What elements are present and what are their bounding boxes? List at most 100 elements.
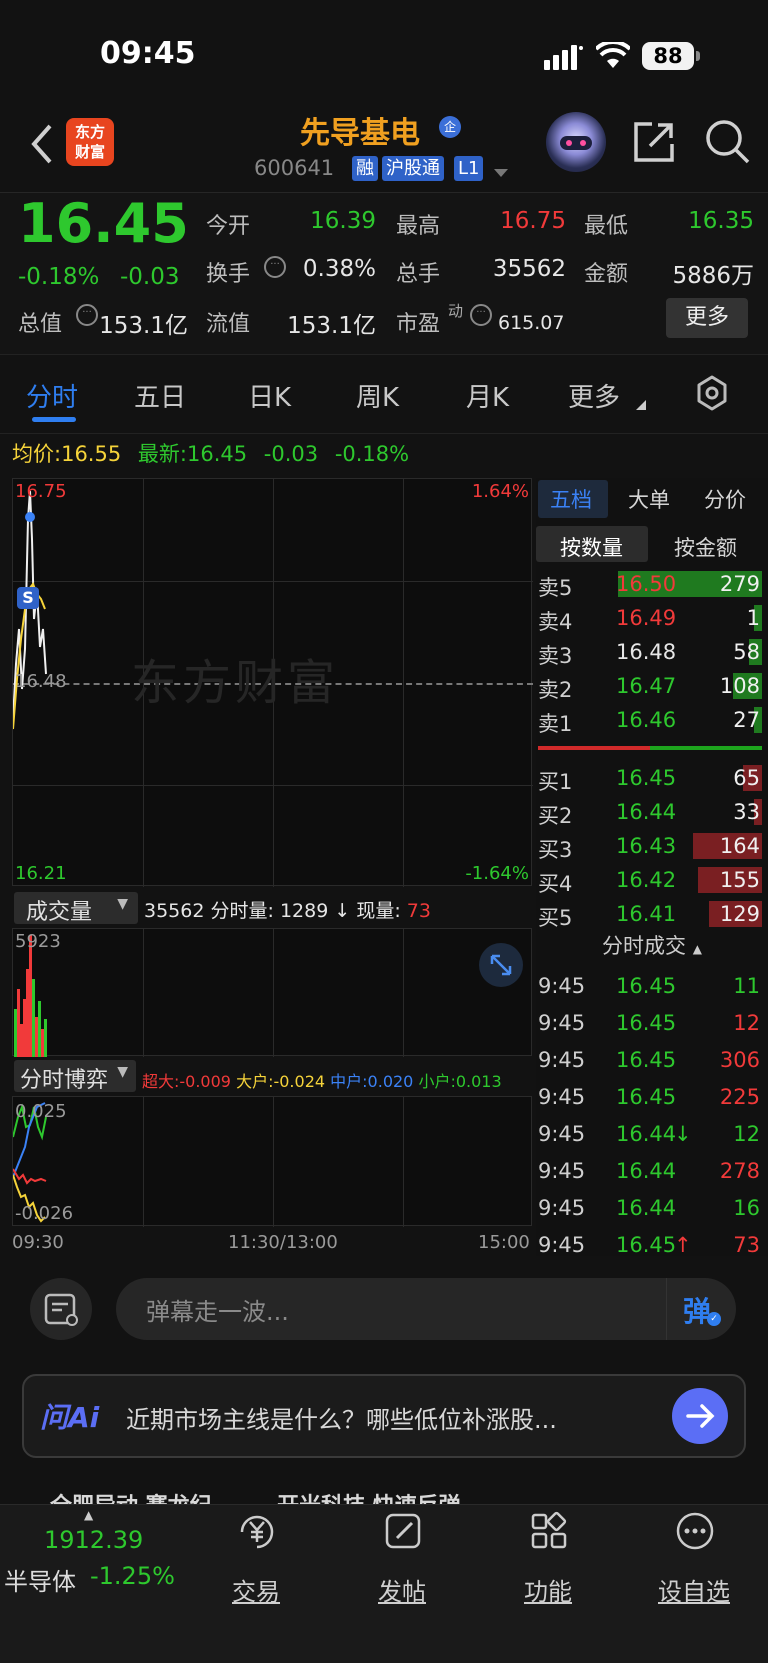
bid-row[interactable]: 买3 16.43 164 xyxy=(536,830,768,864)
info-icon[interactable]: ··· xyxy=(264,256,286,278)
bid-row[interactable]: 买1 16.45 65 xyxy=(536,762,768,796)
tick-price: 16.44 xyxy=(616,1196,677,1220)
bid-price: 16.41 xyxy=(616,902,677,926)
info-icon[interactable]: ··· xyxy=(76,304,98,326)
low-value: 16.35 xyxy=(688,208,754,234)
pe-value: 615.07 xyxy=(498,312,565,334)
share-icon[interactable] xyxy=(632,120,676,164)
vol-bar xyxy=(32,979,35,1057)
volume-bars xyxy=(14,935,47,1057)
ob-sub-qty[interactable]: 按数量 xyxy=(560,532,623,562)
tab-more[interactable]: 更多 xyxy=(568,377,620,414)
ask-price: 16.47 xyxy=(616,674,677,698)
ob-tab-bigorder[interactable]: 大单 xyxy=(628,484,670,514)
index-widget[interactable]: ▲ 1912.39 半导体 -1.25% xyxy=(0,1508,180,1598)
vol-bar xyxy=(20,1024,23,1057)
vol-bar xyxy=(17,989,20,1057)
vol-bar xyxy=(14,1009,17,1057)
app-logo: 东方 财富 xyxy=(66,118,114,166)
expand-icon[interactable] xyxy=(479,943,523,987)
ask-row[interactable]: 卖1 16.46 27 xyxy=(536,704,768,738)
tick-time: 9:45 xyxy=(538,1196,586,1220)
caret-down-icon: ▼ xyxy=(117,896,128,912)
stock-name: 先导基电 xyxy=(300,116,420,151)
low-label: 最低 xyxy=(584,214,629,239)
vol-bar xyxy=(23,999,26,1057)
tick-price: 16.45 xyxy=(616,974,677,998)
latest-value: 16.45 xyxy=(186,442,248,466)
tick-row: 9:45 16.45 225 xyxy=(536,1081,768,1115)
mktcap-value: 153.1亿 xyxy=(99,313,188,339)
tick-time: 9:45 xyxy=(538,974,586,998)
chevron-down-icon[interactable] xyxy=(494,164,508,183)
bid-row[interactable]: 买4 16.42 155 xyxy=(536,864,768,898)
fenshi-value: 1289 xyxy=(279,900,329,922)
flow-selector[interactable]: 分时博弈 ▼ xyxy=(14,1060,136,1093)
volume-chart[interactable]: 5923 xyxy=(12,928,532,1057)
pct-top-label: 1.64% xyxy=(471,481,529,502)
danmu-settings-icon[interactable] xyxy=(30,1278,92,1340)
index-name: 半导体 xyxy=(4,1568,76,1596)
ob-tab-five[interactable]: 五档 xyxy=(550,484,592,514)
comment-input[interactable]: 弹幕走一波... 弹 ✓ xyxy=(116,1278,736,1340)
ask-row[interactable]: 卖2 16.47 108 xyxy=(536,670,768,704)
volume-label: 总手 xyxy=(396,262,441,287)
ai-prompt-bar[interactable]: 问Ai 近期市场主线是什么？哪些低位补涨股... xyxy=(22,1374,746,1458)
info-icon[interactable]: ··· xyxy=(470,304,492,326)
nav-trade-label: 交易 xyxy=(232,1578,280,1606)
tick-time: 9:45 xyxy=(538,1122,586,1146)
vol-bar xyxy=(38,1001,41,1057)
ask-label: 卖3 xyxy=(538,644,573,668)
ticker-strip[interactable]: 全肥异动 赛龙纪... ... 开米科技 快速反弹 xyxy=(0,1486,768,1504)
ask-price: 16.48 xyxy=(616,640,677,664)
nav-trade[interactable]: 交易 xyxy=(206,1510,306,1607)
ask-price: 16.46 xyxy=(616,708,677,732)
send-danmu-button[interactable]: 弹 ✓ xyxy=(666,1278,736,1340)
avg-line: 均价:16.55 最新:16.45 -0.03 -0.18% xyxy=(12,438,409,468)
volume-selector[interactable]: 成交量 ▼ xyxy=(14,892,138,925)
nav-post[interactable]: 发帖 xyxy=(352,1510,452,1607)
caret-up-icon: ▲ xyxy=(692,942,702,956)
vol-bar xyxy=(35,1017,38,1057)
bid-qty: 155 xyxy=(719,868,760,892)
search-icon[interactable] xyxy=(704,118,750,164)
tick-price: 16.45 xyxy=(616,1085,677,1109)
bid-row[interactable]: 买5 16.41 129 xyxy=(536,898,768,932)
tab-monthly-k[interactable]: 月K xyxy=(466,377,509,414)
trade-marker[interactable]: S xyxy=(17,587,39,609)
tick-qty: 306 xyxy=(719,1048,760,1072)
flow-ytop: 0.025 xyxy=(15,1101,67,1122)
ob-tab-price[interactable]: 分价 xyxy=(704,484,746,514)
nav-watchlist[interactable]: 设自选 xyxy=(644,1510,744,1607)
stock-code: 600641 xyxy=(254,156,335,180)
y-mid-label: 16.48 xyxy=(15,671,67,692)
nav-function-label: 功能 xyxy=(524,1578,572,1606)
tag-connect: 沪股通 xyxy=(382,156,444,181)
vol-bar xyxy=(26,969,29,1057)
price-chart[interactable]: 东方财富 S 16.75 16.48 16.21 1.64% -1.64% xyxy=(12,478,533,887)
tick-row: 9:45 16.45 12 xyxy=(536,1007,768,1041)
ai-send-button[interactable] xyxy=(672,1388,728,1444)
flow-chart[interactable]: 0.025 -0.026 xyxy=(12,1096,532,1227)
nav-function[interactable]: 功能 xyxy=(498,1510,598,1607)
ob-sub-amount[interactable]: 按金额 xyxy=(674,532,737,562)
signal-icon xyxy=(544,44,584,70)
flow-selector-label: 分时博弈 xyxy=(20,1068,109,1093)
ask-row[interactable]: 卖3 16.48 58 xyxy=(536,636,768,670)
caret-down-icon: ▼ xyxy=(117,1064,128,1080)
assistant-avatar[interactable] xyxy=(546,112,606,172)
tab-intraday[interactable]: 分时 xyxy=(26,377,78,414)
bid-price: 16.45 xyxy=(616,766,677,790)
y-bot-label: 16.21 xyxy=(15,863,67,884)
tab-daily-k[interactable]: 日K xyxy=(248,377,291,414)
pe-sup: 动 xyxy=(448,302,464,320)
ask-row[interactable]: 卖5 16.50 279 xyxy=(536,568,768,602)
tab-five-day[interactable]: 五日 xyxy=(134,377,186,414)
back-icon[interactable] xyxy=(26,122,56,166)
bid-row[interactable]: 买2 16.44 33 xyxy=(536,796,768,830)
tab-weekly-k[interactable]: 周K xyxy=(356,377,399,414)
more-button[interactable]: 更多 xyxy=(666,298,748,338)
settings-icon[interactable] xyxy=(694,375,730,411)
bid-label: 买4 xyxy=(538,872,573,896)
ask-row[interactable]: 卖4 16.49 1 xyxy=(536,602,768,636)
